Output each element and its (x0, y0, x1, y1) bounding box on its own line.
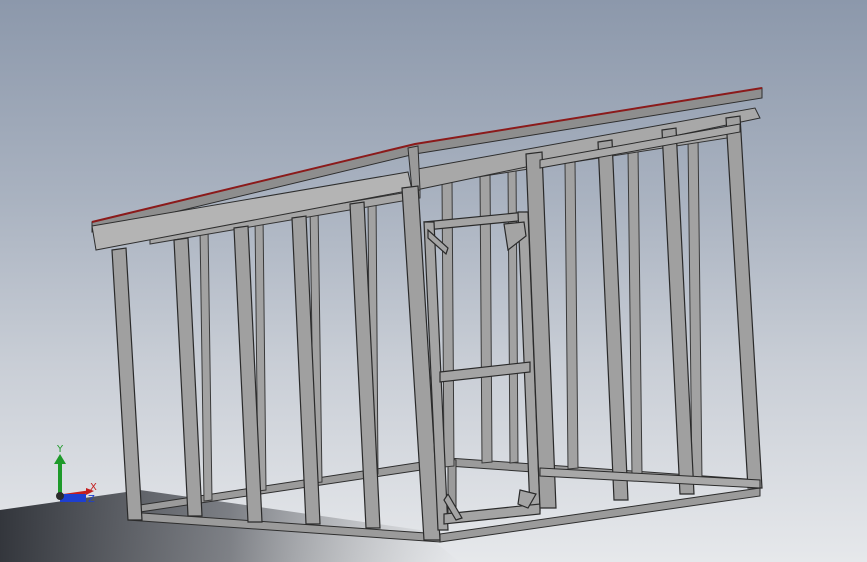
y-axis-arrow-icon (54, 454, 66, 464)
y-axis-label: Y (56, 444, 64, 455)
z-axis-label: Z (88, 494, 95, 505)
shed-frame-model[interactable] (0, 0, 867, 562)
graphics-viewport[interactable]: Y X Z (0, 0, 867, 562)
triad-origin (56, 492, 64, 500)
orientation-triad[interactable]: Y X Z (48, 440, 108, 510)
front-right-wall-studs (525, 115, 763, 509)
back-wall-studs (199, 136, 703, 502)
x-axis-label: X (90, 482, 97, 493)
